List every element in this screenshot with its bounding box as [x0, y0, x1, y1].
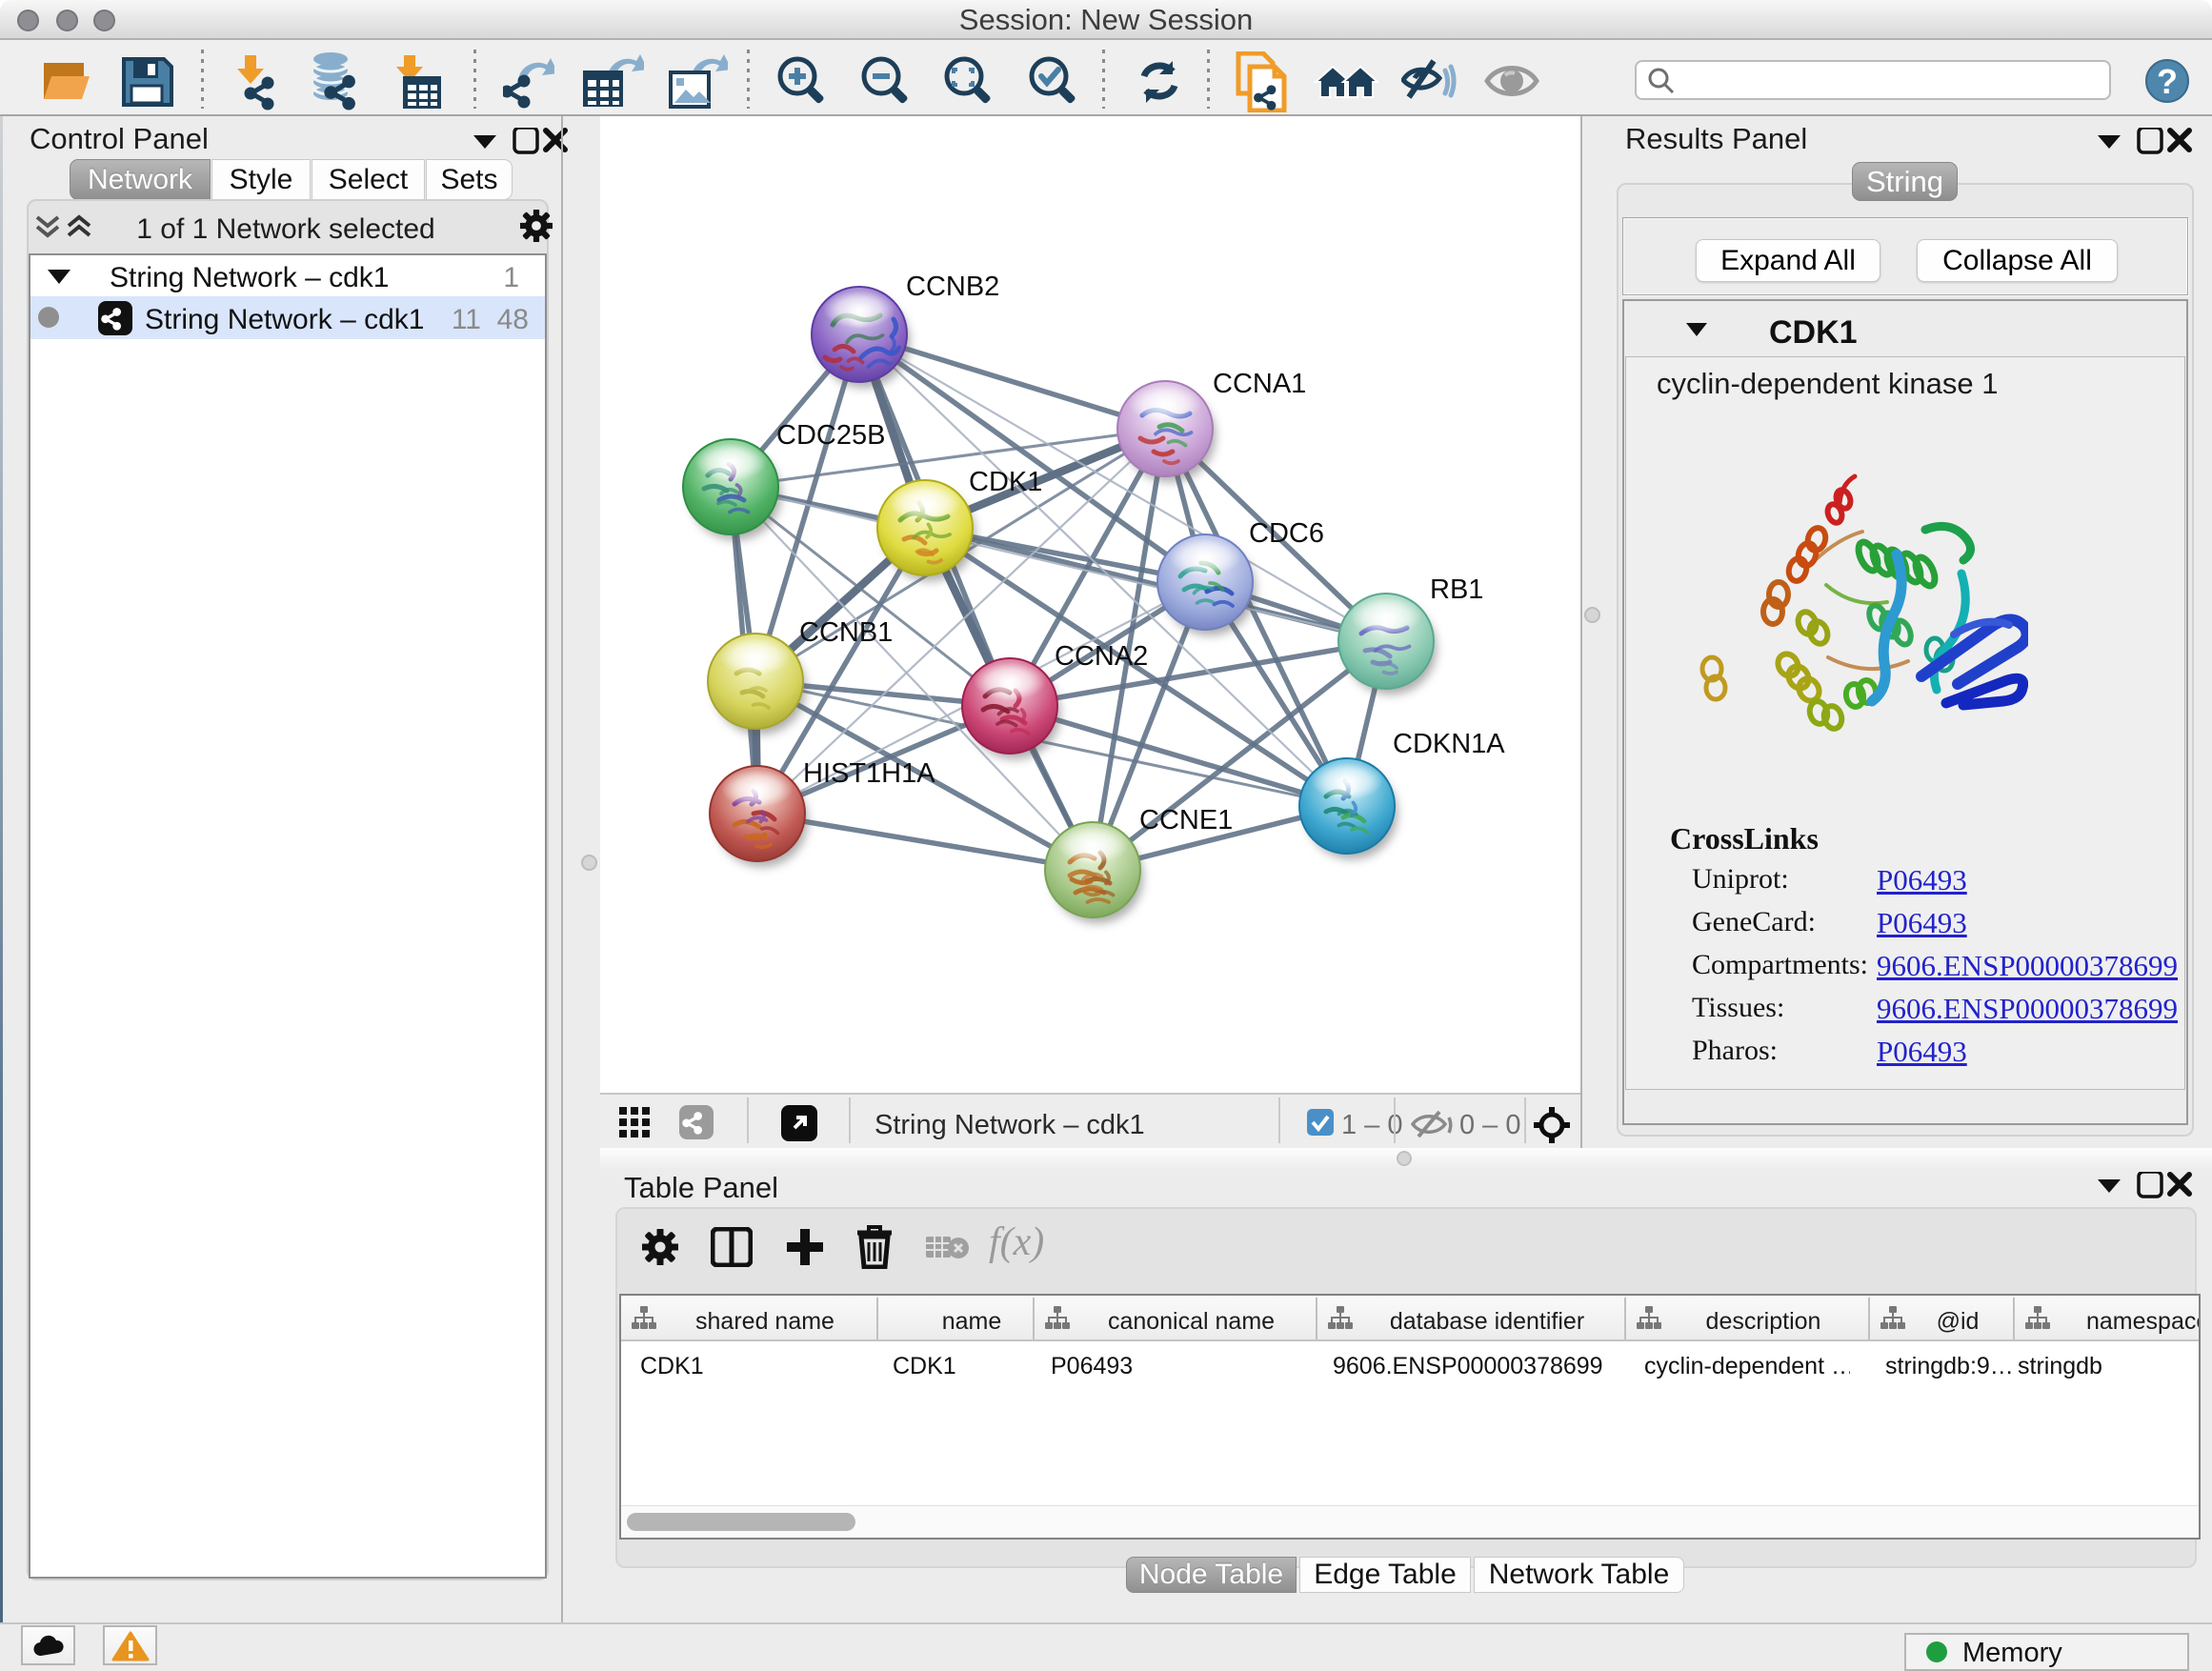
svg-text:CCNA2: CCNA2: [1055, 641, 1148, 672]
svg-text:RB1: RB1: [1430, 574, 1483, 605]
svg-text:HIST1H1A: HIST1H1A: [803, 758, 935, 789]
svg-text:CCNB1: CCNB1: [799, 617, 893, 648]
svg-text:CCNA1: CCNA1: [1213, 369, 1306, 399]
svg-text:CCNE1: CCNE1: [1139, 805, 1233, 836]
svg-text:CDC25B: CDC25B: [776, 420, 885, 451]
svg-text:CDK1: CDK1: [969, 467, 1042, 497]
svg-text:CDKN1A: CDKN1A: [1393, 729, 1505, 759]
svg-text:CDC6: CDC6: [1249, 518, 1324, 549]
svg-text:CCNB2: CCNB2: [906, 272, 999, 302]
